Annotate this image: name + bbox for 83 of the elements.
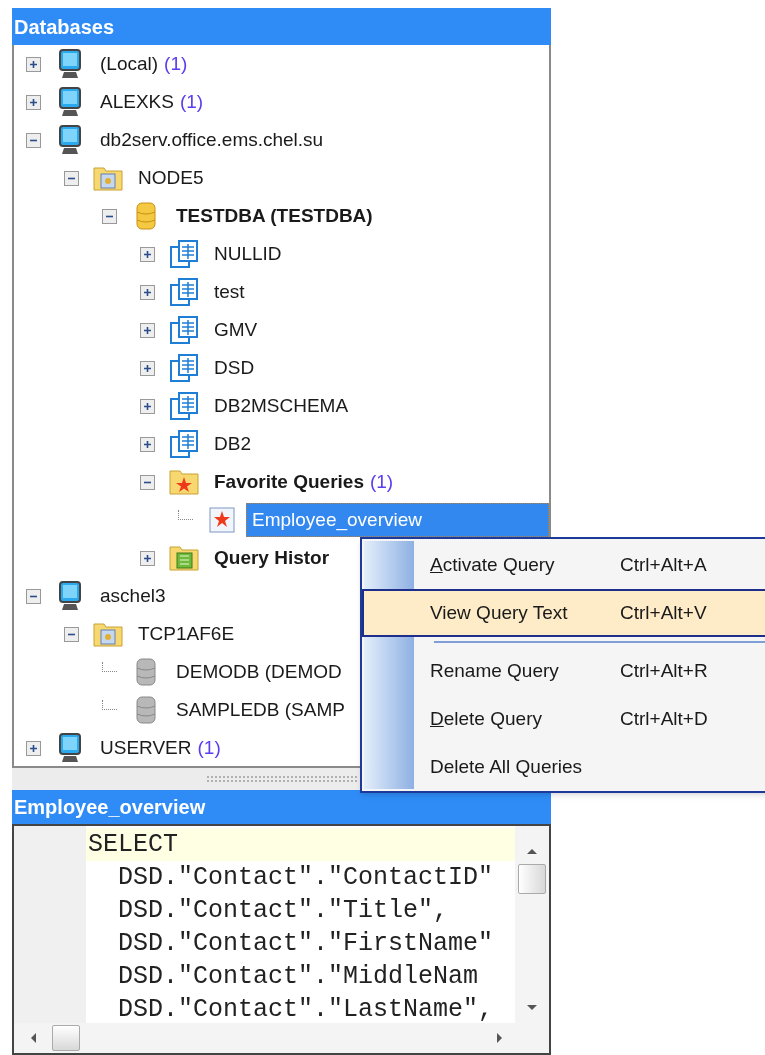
shortcut-label: Ctrl+Alt+A bbox=[620, 552, 707, 577]
scroll-down-icon[interactable] bbox=[525, 1003, 539, 1013]
horizontal-scrollbar[interactable] bbox=[14, 1023, 549, 1053]
menu-item[interactable]: View Query Text Ctrl+Alt+V bbox=[362, 589, 765, 637]
expand-toggle[interactable] bbox=[140, 398, 155, 414]
tree-item[interactable]: ALEXKS bbox=[100, 87, 174, 117]
tree-item[interactable]: Employee_overview bbox=[246, 503, 549, 537]
vertical-scrollbar[interactable] bbox=[515, 826, 549, 1023]
code-line: DSD."Contact"."LastName", bbox=[117, 994, 495, 1023]
tree-item[interactable]: (Local) bbox=[100, 49, 159, 79]
menu-item[interactable]: Delete Query Ctrl+Alt+D bbox=[362, 695, 765, 743]
database-icon bbox=[136, 657, 156, 687]
star-folder-icon bbox=[168, 468, 200, 496]
expand-toggle[interactable] bbox=[140, 436, 155, 452]
history-folder-icon bbox=[168, 544, 200, 572]
table-icon bbox=[169, 315, 199, 345]
database-icon bbox=[136, 201, 156, 231]
scroll-thumb[interactable] bbox=[52, 1025, 80, 1051]
tree-item[interactable]: NODE5 bbox=[138, 163, 204, 193]
table-icon bbox=[169, 239, 199, 269]
tree-item[interactable]: test bbox=[214, 277, 245, 307]
computer-icon bbox=[56, 86, 84, 118]
menu-item[interactable]: Activate Query Ctrl+Alt+A bbox=[362, 541, 765, 589]
tree-item[interactable]: DB2 bbox=[214, 429, 251, 459]
tree-item[interactable]: Query Histor bbox=[214, 543, 330, 573]
computer-icon bbox=[56, 732, 84, 764]
item-count: (1) bbox=[369, 469, 394, 494]
tree-item[interactable]: TESTDBA (TESTDBA) bbox=[176, 201, 373, 231]
folder-icon bbox=[92, 164, 124, 192]
computer-icon bbox=[56, 124, 84, 156]
expand-toggle[interactable] bbox=[26, 56, 41, 72]
table-icon bbox=[169, 429, 199, 459]
tree-item[interactable]: DSD bbox=[214, 353, 255, 383]
shortcut-label: Ctrl+Alt+R bbox=[620, 658, 708, 683]
panel-title: Databases bbox=[14, 14, 115, 40]
tree-item[interactable]: Favorite Queries bbox=[214, 467, 364, 497]
collapse-toggle[interactable] bbox=[26, 132, 41, 148]
item-count: (1) bbox=[197, 735, 221, 760]
tree-connector bbox=[102, 700, 117, 710]
folder-icon bbox=[92, 620, 124, 648]
code-line: DSD."Contact"."ContactID" bbox=[117, 862, 495, 894]
collapse-toggle[interactable] bbox=[64, 626, 79, 642]
item-count: (1) bbox=[164, 51, 188, 76]
collapse-toggle[interactable] bbox=[140, 474, 155, 490]
scroll-right-icon[interactable] bbox=[495, 1031, 505, 1045]
tree-item[interactable]: GMV bbox=[214, 315, 258, 345]
expand-toggle[interactable] bbox=[140, 550, 155, 566]
panel-title: Employee_overview bbox=[14, 795, 206, 820]
expand-toggle[interactable] bbox=[140, 360, 155, 376]
table-icon bbox=[169, 391, 199, 421]
collapse-toggle[interactable] bbox=[26, 588, 41, 604]
tree-connector bbox=[102, 662, 117, 672]
expand-toggle[interactable] bbox=[140, 284, 155, 300]
menu-item[interactable]: Rename Query Ctrl+Alt+R bbox=[362, 647, 765, 695]
code-line: DSD."Contact"."FirstName" bbox=[117, 928, 495, 960]
tree-connector bbox=[178, 510, 193, 520]
scroll-thumb[interactable] bbox=[518, 864, 546, 894]
tree-item[interactable]: TCP1AF6E bbox=[138, 619, 235, 649]
tree-item[interactable]: SAMPLEDB (SAMP bbox=[176, 695, 345, 725]
shortcut-label: Ctrl+Alt+D bbox=[620, 706, 708, 731]
computer-icon bbox=[56, 48, 84, 80]
tree-item[interactable]: db2serv.office.ems.chel.su bbox=[100, 125, 324, 155]
tree-item[interactable]: DB2MSCHEMA bbox=[214, 391, 349, 421]
computer-icon bbox=[56, 580, 84, 612]
code-line: DSD."Contact"."Title", bbox=[117, 895, 450, 927]
code-line: DSD."Contact"."MiddleNam bbox=[117, 961, 480, 993]
table-icon bbox=[169, 277, 199, 307]
shortcut-label: Ctrl+Alt+V bbox=[620, 600, 707, 625]
tree-item[interactable]: DEMODB (DEMOD bbox=[176, 657, 342, 687]
collapse-toggle[interactable] bbox=[64, 170, 79, 186]
collapse-toggle[interactable] bbox=[102, 208, 117, 224]
table-icon bbox=[169, 353, 199, 383]
tree-item[interactable]: aschel3 bbox=[100, 581, 166, 611]
expand-toggle[interactable] bbox=[26, 740, 41, 756]
tree-item[interactable]: USERVER bbox=[100, 733, 192, 763]
expand-toggle[interactable] bbox=[140, 322, 155, 338]
expand-toggle[interactable] bbox=[26, 94, 41, 110]
expand-toggle[interactable] bbox=[140, 246, 155, 262]
tree-item[interactable]: NULLID bbox=[214, 239, 282, 269]
database-icon bbox=[136, 695, 156, 725]
item-count: (1) bbox=[179, 89, 204, 114]
menu-item[interactable]: Delete All Queries bbox=[362, 743, 765, 791]
scroll-up-icon[interactable] bbox=[525, 846, 539, 856]
